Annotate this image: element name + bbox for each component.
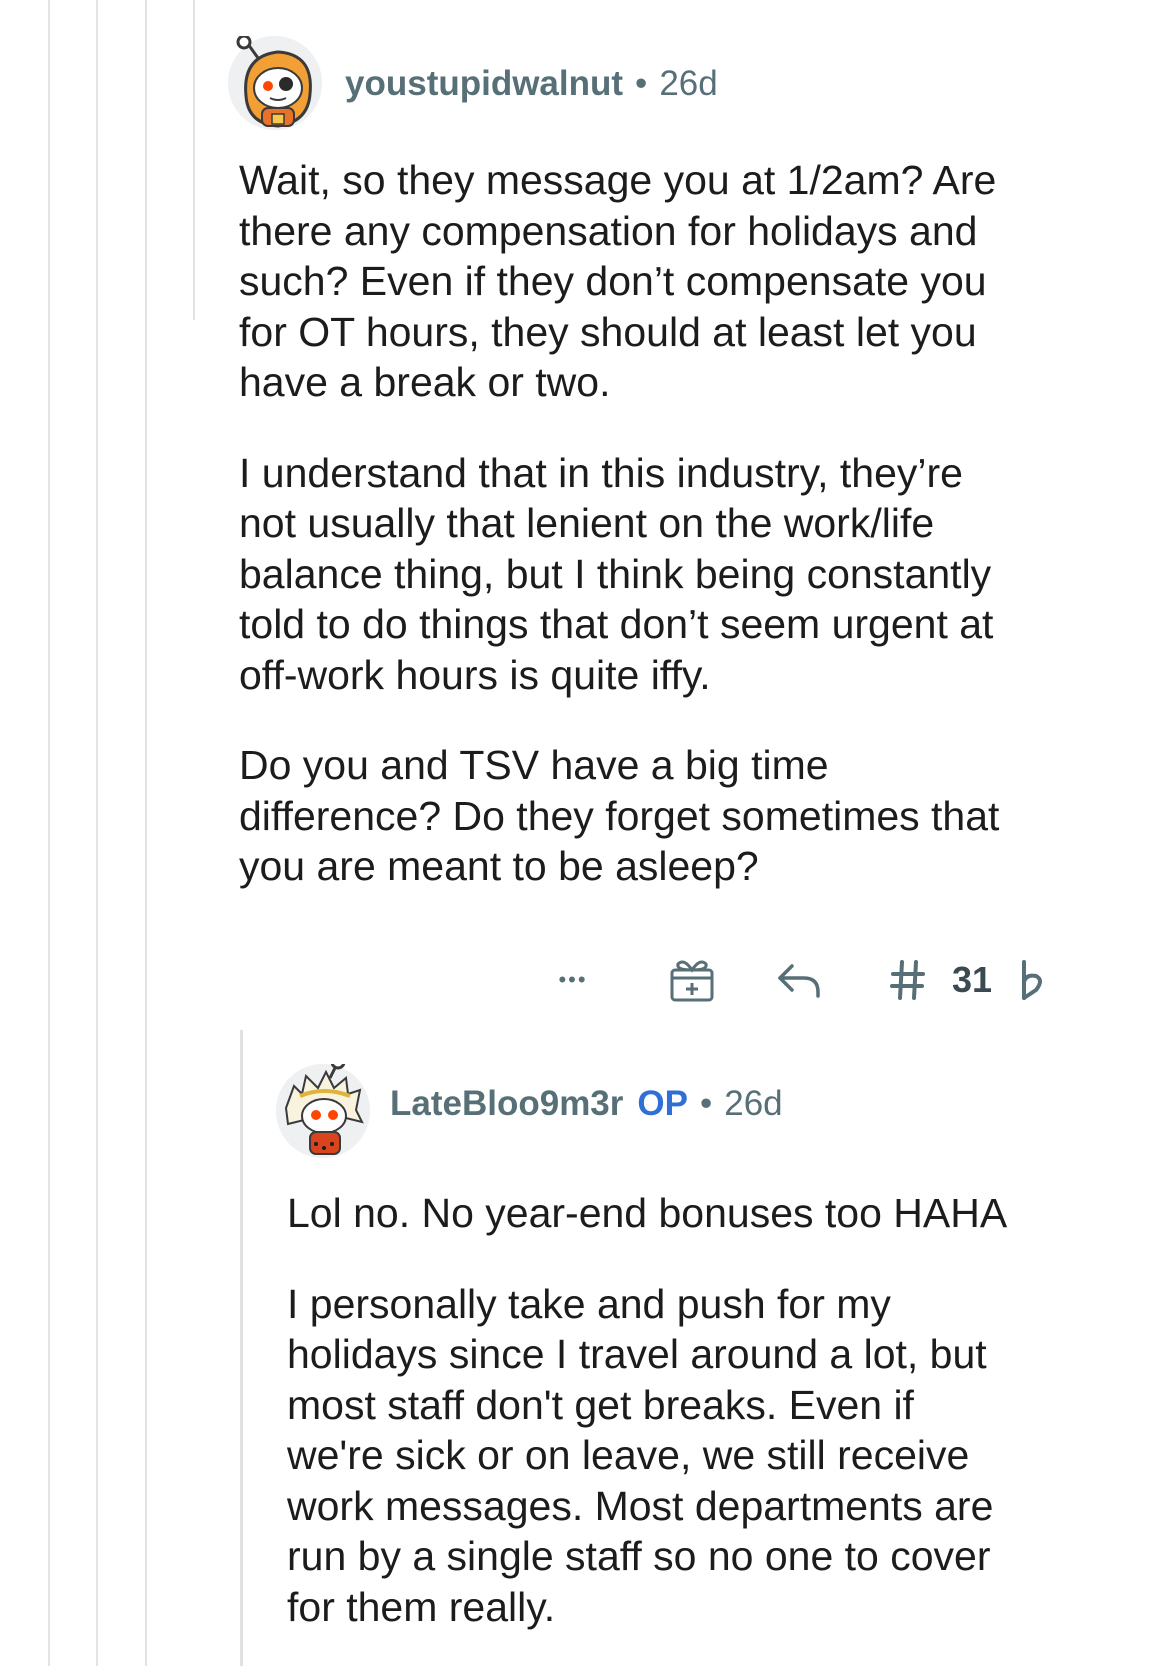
downvote-button[interactable] (1012, 952, 1052, 1008)
op-badge: OP (637, 1084, 688, 1123)
reply-thread-line[interactable] (240, 1030, 243, 1666)
upvote-button[interactable] (888, 952, 928, 1008)
snoo-avatar-icon (276, 1064, 370, 1158)
comment-age: 26d (724, 1084, 783, 1123)
comment-paragraph: I personally take and push for my holida… (287, 1280, 994, 1630)
upvote-icon (890, 960, 925, 1000)
thread-line-3 (145, 0, 147, 1666)
avatar[interactable] (276, 1064, 370, 1158)
thread-line-2 (96, 0, 98, 1666)
comment-paragraph: Lol no. No year-end bonuses too HAHA (287, 1190, 1008, 1236)
comment-paragraph: Do you and TSV have a big time differenc… (239, 742, 1000, 889)
comment-meta: LateBloo9m3r OP • 26d (390, 1080, 783, 1128)
separator-dot: • (699, 1084, 713, 1123)
comment-action-bar: ••• 31 (0, 952, 1170, 1008)
comment-paragraph: I understand that in this industry, they… (239, 449, 994, 698)
username[interactable]: youstupidwalnut (345, 64, 623, 104)
downvote-icon (1022, 960, 1042, 1000)
thread-line-4 (193, 0, 195, 320)
separator-dot: • (635, 64, 648, 103)
comment-meta: youstupidwalnut • 26d (345, 60, 718, 108)
thread-line-1 (48, 0, 50, 1666)
reply-icon (778, 964, 820, 998)
snoo-avatar-icon (228, 36, 322, 130)
award-button[interactable] (664, 952, 720, 1008)
award-icon (670, 960, 714, 1002)
username[interactable]: LateBloo9m3r (390, 1084, 623, 1124)
comment-body: Lol no. No year-end bonuses too HAHA I p… (287, 1188, 1147, 1672)
vote-count: 31 (951, 959, 993, 1000)
comment-body: Wait, so they message you at 1/2am? Are … (239, 155, 1139, 932)
more-icon: ••• (558, 967, 588, 992)
comment-age: 26d (659, 64, 718, 103)
more-options-button[interactable]: ••• (548, 952, 598, 1008)
comment-paragraph: Wait, so they message you at 1/2am? Are … (239, 157, 997, 405)
reply-button[interactable] (770, 952, 826, 1008)
avatar[interactable] (228, 36, 322, 130)
